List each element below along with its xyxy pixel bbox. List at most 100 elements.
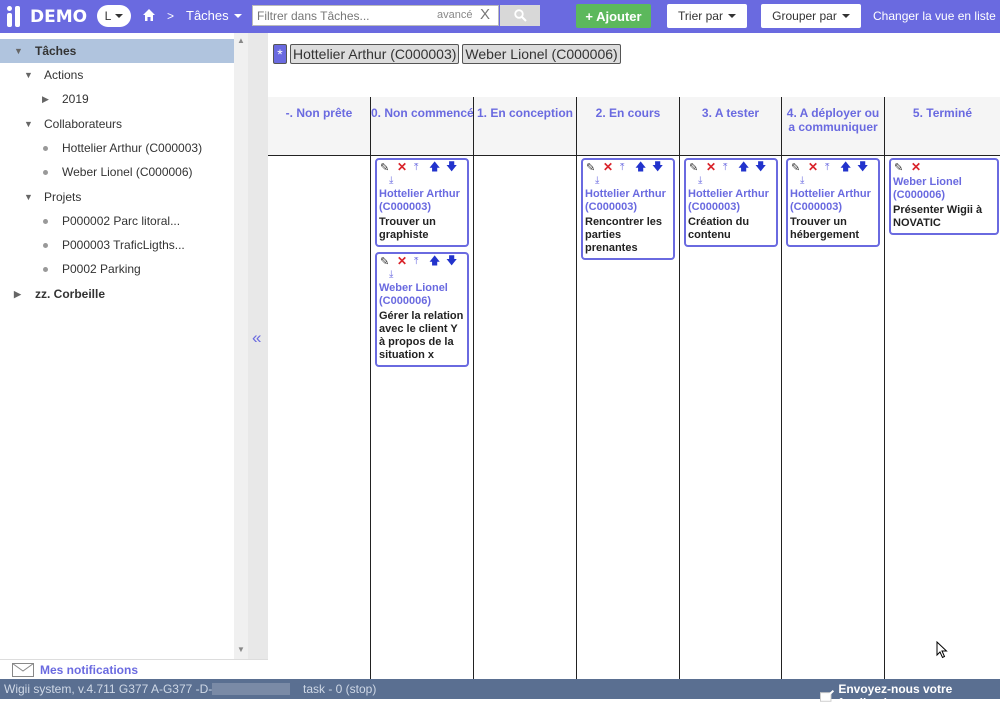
sidebar-item-p000002[interactable]: P000002 Parc litoral... [0,209,234,233]
move-top-icon[interactable]: ⤒ [414,256,418,267]
task-card[interactable]: ✎ ✕ ⤒ 🡅 🡇 ⤓ Hottelier Arthur (C000003) R… [581,158,675,260]
sidebar-item-2019[interactable]: ▶ 2019 [0,87,234,111]
edit-icon[interactable]: ✎ [791,163,800,174]
sidebar-item-taches[interactable]: ▼ Tâches [0,39,234,63]
edit-icon[interactable]: ✎ [689,163,698,174]
search-button[interactable] [500,5,540,26]
scroll-down-icon[interactable]: ▼ [237,645,245,654]
column-termine: 5. Terminé ✎ ✕ Weber Lionel (C000006) Pr… [884,97,1000,679]
filter-chip-hottelier[interactable]: Hottelier Arthur (C000003) [290,44,460,64]
move-up-icon[interactable]: 🡅 [840,162,851,173]
move-bottom-icon[interactable]: ⤓ [595,175,599,186]
sidebar-item-weber[interactable]: Weber Lionel (C000006) [0,160,234,184]
clear-search-icon[interactable]: X [480,6,490,23]
change-view-link[interactable]: Changer la vue en liste [873,9,996,23]
scroll-up-icon[interactable]: ▲ [237,36,245,45]
delete-icon[interactable]: ✕ [706,161,716,173]
column-header[interactable]: -. Non prête [268,97,370,156]
move-up-icon[interactable]: 🡅 [635,162,646,173]
breadcrumb-taches[interactable]: Tâches [186,8,242,23]
card-owner[interactable]: Weber Lionel (C000006) [379,282,465,308]
delete-icon[interactable]: ✕ [397,255,407,267]
move-down-icon[interactable]: 🡇 [446,256,457,267]
task-card[interactable]: ✎ ✕ Weber Lionel (C000006) Présenter Wig… [889,158,999,235]
sidebar-item-projets[interactable]: ▼ Projets [0,185,234,209]
language-dropdown[interactable]: L [97,5,131,27]
expanded-arrow-icon[interactable]: ▼ [24,119,33,129]
notifications-bar[interactable]: Mes notifications [0,659,268,679]
column-non-commence: 0. Non commencé ✎ ✕ ⤒ 🡅 🡇 ⤓ Hottelier Ar… [370,97,473,679]
move-top-icon[interactable]: ⤒ [414,162,418,173]
move-bottom-icon[interactable]: ⤓ [698,175,702,186]
collapsed-arrow-icon[interactable]: ▶ [14,289,21,300]
app-logo[interactable]: DEMO [6,4,87,30]
sidebar-item-label: zz. Corbeille [35,287,106,301]
sidebar-item-actions[interactable]: ▼ Actions [0,63,234,87]
column-header[interactable]: 5. Terminé [885,97,1000,156]
card-owner[interactable]: Weber Lionel (C000006) [893,176,995,202]
sidebar-item-hottelier[interactable]: Hottelier Arthur (C000003) [0,136,234,160]
move-up-icon[interactable]: 🡅 [429,256,440,267]
notifications-link[interactable]: Mes notifications [40,663,138,677]
filter-chip-weber[interactable]: Weber Lionel (C000006) [462,44,621,64]
group-by-button[interactable]: Grouper par [761,4,861,28]
move-up-icon[interactable]: 🡅 [738,162,749,173]
delete-icon[interactable]: ✕ [397,161,407,173]
delete-icon[interactable]: ✕ [808,161,818,173]
bullet-icon [43,242,48,248]
expanded-arrow-icon[interactable]: ▼ [24,70,33,80]
edit-icon[interactable]: ✎ [894,163,903,174]
move-up-icon[interactable]: 🡅 [429,162,440,173]
move-top-icon[interactable]: ⤒ [620,162,624,173]
column-en-conception: 1. En conception [473,97,576,679]
column-header[interactable]: 3. A tester [680,97,781,156]
card-owner[interactable]: Hottelier Arthur (C000003) [688,188,774,214]
move-bottom-icon[interactable]: ⤓ [389,175,393,186]
feedback-link[interactable]: Envoyez-nous votre feedback [820,682,1000,710]
task-card[interactable]: ✎ ✕ ⤒ 🡅 🡇 ⤓ Hottelier Arthur (C000003) C… [684,158,778,247]
edit-icon[interactable]: ✎ [380,163,389,174]
card-owner[interactable]: Hottelier Arthur (C000003) [585,188,671,214]
task-card[interactable]: ✎ ✕ ⤒ 🡅 🡇 ⤓ Hottelier Arthur (C000003) T… [375,158,469,247]
edit-icon[interactable]: ✎ [380,257,389,268]
column-header[interactable]: 1. En conception [474,97,576,156]
sidebar-item-collaborateurs[interactable]: ▼ Collaborateurs [0,112,234,136]
move-down-icon[interactable]: 🡇 [446,162,457,173]
advanced-search-link[interactable]: avancé [437,9,472,21]
search-input[interactable] [257,8,432,24]
add-button[interactable]: + Ajouter [576,4,651,28]
sidebar-item-p000003[interactable]: P000003 TraficLigths... [0,233,234,257]
column-header[interactable]: 0. Non commencé [371,97,473,156]
expanded-arrow-icon[interactable]: ▼ [24,192,33,202]
move-down-icon[interactable]: 🡇 [857,162,868,173]
column-header[interactable]: 2. En cours [577,97,679,156]
task-card[interactable]: ✎ ✕ ⤒ 🡅 🡇 ⤓ Hottelier Arthur (C000003) T… [786,158,880,247]
sidebar-item-label: Collaborateurs [44,117,123,131]
expanded-arrow-icon[interactable]: ▼ [14,46,23,56]
sidebar-scrollbar[interactable]: ▲ ▼ [234,33,248,659]
delete-icon[interactable]: ✕ [603,161,613,173]
move-down-icon[interactable]: 🡇 [652,162,663,173]
move-top-icon[interactable]: ⤒ [723,162,727,173]
card-owner[interactable]: Hottelier Arthur (C000003) [379,188,465,214]
move-down-icon[interactable]: 🡇 [755,162,766,173]
move-bottom-icon[interactable]: ⤓ [800,175,804,186]
task-card[interactable]: ✎ ✕ ⤒ 🡅 🡇 ⤓ Weber Lionel (C000006) Gérer… [375,252,469,367]
sidebar-item-p0002[interactable]: P0002 Parking [0,257,234,281]
app-name: DEMO [30,7,88,27]
collapsed-arrow-icon[interactable]: ▶ [42,94,49,105]
sidebar-collapse-handle[interactable]: « [248,33,268,679]
edit-icon[interactable]: ✎ [586,163,595,174]
move-top-icon[interactable]: ⤒ [825,162,829,173]
column-header[interactable]: 4. A déployer ou a communiquer [782,97,884,156]
card-title: Présenter Wigii à NOVATIC [893,204,983,229]
sort-by-button[interactable]: Trier par [667,4,747,28]
filter-chip-all[interactable]: * [273,44,287,64]
home-icon[interactable] [142,8,156,22]
main-panel: * Hottelier Arthur (C000003) Weber Lione… [268,33,1000,679]
card-owner[interactable]: Hottelier Arthur (C000003) [790,188,876,214]
delete-icon[interactable]: ✕ [911,161,921,173]
move-bottom-icon[interactable]: ⤓ [389,269,393,280]
sidebar-item-corbeille[interactable]: ▶ zz. Corbeille [0,282,234,306]
card-toolbar: ✎ ✕ ⤒ 🡅 🡇 ⤓ [790,161,876,188]
